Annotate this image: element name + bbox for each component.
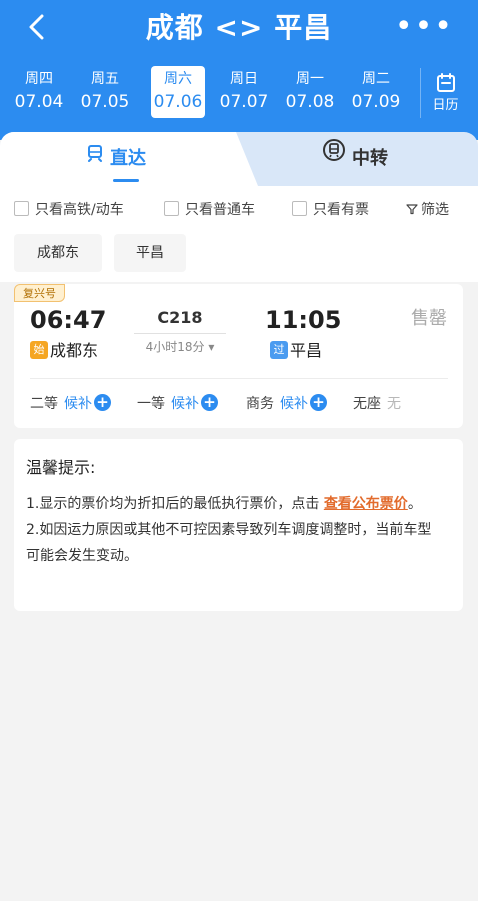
notice-line-1-text: 1.显示的票价均为折扣后的最低执行票价，点击 bbox=[26, 496, 324, 512]
add-waitlist-icon[interactable]: + bbox=[201, 394, 218, 411]
filter-high-speed[interactable]: 只看高铁/动车 bbox=[14, 198, 124, 222]
calendar-icon bbox=[436, 73, 455, 92]
tab-active-indicator bbox=[113, 179, 139, 182]
origin-tag: 始 bbox=[30, 341, 48, 359]
notice-line-1: 1.显示的票价均为折扣后的最低执行票价，点击 查看公布票价。 bbox=[26, 491, 444, 517]
transfer-icon bbox=[322, 130, 346, 184]
tab-transfer[interactable]: 中转 bbox=[322, 132, 432, 186]
divider bbox=[30, 378, 448, 379]
filter-row: 只看高铁/动车 只看普通车 只看有票 筛选 bbox=[0, 198, 478, 222]
date-value: 07.05 bbox=[80, 92, 130, 112]
date-value: 07.07 bbox=[219, 92, 269, 112]
departure-time: 06:47 bbox=[30, 306, 107, 334]
filter-available-only[interactable]: 只看有票 bbox=[292, 198, 369, 222]
date-value: 07.09 bbox=[351, 92, 401, 112]
seat-status: 候补 bbox=[64, 396, 92, 412]
date-item[interactable]: 周四 07.04 bbox=[12, 66, 66, 118]
train-result-card[interactable]: 复兴号 06:47 C218 4小时18分 ▾ 11:05 售罄 始成都东 过平… bbox=[14, 284, 463, 428]
checkbox[interactable] bbox=[14, 201, 29, 216]
arrival-time: 11:05 bbox=[265, 306, 342, 334]
train-number: C218 bbox=[157, 308, 203, 327]
view-public-price-link[interactable]: 查看公布票价 bbox=[324, 496, 408, 512]
notice-line-2: 2.如因运力原因或其他不可控因素导致列车调度调整时，当前车型可能会发生变动。 bbox=[26, 522, 432, 564]
train-icon bbox=[86, 130, 104, 184]
notice-line-1-suffix: 。 bbox=[407, 496, 422, 512]
date-value: 07.08 bbox=[285, 92, 335, 112]
seat-status: 候补 bbox=[280, 396, 308, 412]
date-item[interactable]: 周一 07.08 bbox=[283, 66, 337, 118]
notice-body: 1.显示的票价均为折扣后的最低执行票价，点击 查看公布票价。 2.如因运力原因或… bbox=[26, 491, 444, 569]
notice-title: 温馨提示: bbox=[26, 458, 96, 477]
station-chip[interactable]: 成都东 bbox=[14, 234, 102, 272]
seat-class-label: 二等 bbox=[30, 396, 58, 412]
filter-button-label: 筛选 bbox=[421, 202, 449, 218]
filter-button[interactable]: 筛选 bbox=[406, 198, 449, 222]
train-type-badge: 复兴号 bbox=[14, 284, 65, 302]
calendar-button[interactable]: 日历 bbox=[420, 68, 470, 118]
date-selector: 周四 07.04 周五 07.05 周六 07.06 周日 07.07 周一 0… bbox=[12, 66, 412, 120]
notice-card: 温馨提示: 1.显示的票价均为折扣后的最低执行票价，点击 查看公布票价。 2.如… bbox=[14, 439, 463, 611]
tab-direct-label: 直达 bbox=[110, 148, 146, 169]
seat-status: 候补 bbox=[171, 396, 199, 412]
seat-second-class[interactable]: 二等 候补 + bbox=[30, 392, 111, 416]
seat-class-label: 无座 bbox=[353, 396, 381, 412]
header-bar: 成都 <> 平昌 ••• 周四 07.04 周五 07.05 周六 07.06 … bbox=[0, 0, 478, 140]
calendar-label: 日历 bbox=[432, 98, 459, 113]
station-chips: 成都东 平昌 bbox=[0, 234, 478, 272]
date-value: 07.06 bbox=[153, 92, 203, 112]
tab-transfer-label: 中转 bbox=[352, 148, 388, 169]
date-weekday: 周日 bbox=[230, 71, 258, 87]
checkbox[interactable] bbox=[164, 201, 179, 216]
funnel-icon bbox=[406, 203, 418, 214]
more-menu-button[interactable]: ••• bbox=[395, 12, 454, 42]
filter-label: 只看有票 bbox=[313, 202, 369, 218]
filter-normal-train[interactable]: 只看普通车 bbox=[164, 198, 255, 222]
date-weekday: 周六 bbox=[164, 71, 192, 87]
date-item[interactable]: 周五 07.05 bbox=[78, 66, 132, 118]
seat-status: 无 bbox=[387, 396, 401, 412]
departure-station: 始成都东 bbox=[30, 338, 98, 364]
add-waitlist-icon[interactable]: + bbox=[94, 394, 111, 411]
date-value: 07.04 bbox=[14, 92, 64, 112]
arrival-station: 过平昌 bbox=[270, 338, 322, 364]
date-item-selected[interactable]: 周六 07.06 bbox=[151, 66, 205, 118]
checkbox[interactable] bbox=[292, 201, 307, 216]
seat-class-label: 一等 bbox=[137, 396, 165, 412]
date-item[interactable]: 周二 07.09 bbox=[349, 66, 403, 118]
duration-toggle[interactable]: 4小时18分 ▾ bbox=[130, 338, 230, 356]
seat-no-seat: 无座无 bbox=[353, 392, 401, 416]
departure-station-name: 成都东 bbox=[50, 341, 99, 360]
date-item[interactable]: 周日 07.07 bbox=[217, 66, 271, 118]
sold-out-status: 售罄 bbox=[411, 308, 447, 329]
tab-direct[interactable]: 直达 bbox=[86, 132, 176, 186]
filter-label: 只看普通车 bbox=[185, 202, 255, 218]
date-weekday: 周五 bbox=[91, 71, 119, 87]
seat-classes: 二等 候补 + 一等 候补 + 商务 候补 + 无座无 bbox=[14, 392, 463, 416]
seat-business-class[interactable]: 商务 候补 + bbox=[246, 392, 327, 416]
seat-first-class[interactable]: 一等 候补 + bbox=[137, 392, 218, 416]
add-waitlist-icon[interactable]: + bbox=[310, 394, 327, 411]
filter-label: 只看高铁/动车 bbox=[35, 202, 124, 218]
arrival-station-name: 平昌 bbox=[290, 341, 323, 360]
pass-tag: 过 bbox=[270, 341, 288, 359]
station-chip[interactable]: 平昌 bbox=[114, 234, 186, 272]
date-weekday: 周四 bbox=[25, 71, 53, 87]
date-weekday: 周一 bbox=[296, 71, 324, 87]
seat-class-label: 商务 bbox=[246, 396, 274, 412]
date-weekday: 周二 bbox=[362, 71, 390, 87]
route-type-tabs: 直达 中转 bbox=[0, 132, 478, 186]
route-line bbox=[134, 333, 226, 334]
